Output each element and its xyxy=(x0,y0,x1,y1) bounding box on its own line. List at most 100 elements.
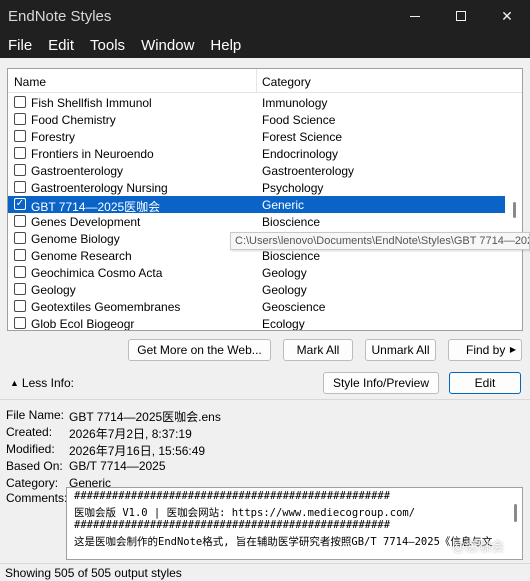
status-bar: Showing 505 of 505 output styles xyxy=(0,563,530,581)
row-checkbox[interactable]: ✓ xyxy=(14,198,26,210)
row-name: Genome Biology xyxy=(31,232,120,246)
chevron-right-icon: ▶ xyxy=(509,345,516,354)
list-row[interactable]: Genes Development Bioscience xyxy=(8,213,505,230)
created-label: Created: xyxy=(6,425,53,439)
list-row[interactable]: Gastroenterology Nursing Psychology xyxy=(8,179,505,196)
row-name: Geotextiles Geomembranes xyxy=(31,300,181,314)
list-row[interactable]: Frontiers in Neuroendo Endocrinology xyxy=(8,145,505,162)
close-icon: ✕ xyxy=(501,7,513,24)
edit-button[interactable]: Edit xyxy=(449,372,521,394)
row-name: Genes Development xyxy=(31,215,141,229)
list-row[interactable]: Geotextiles Geomembranes Geoscience xyxy=(8,298,505,315)
mark-all-button[interactable]: Mark All xyxy=(283,339,353,361)
find-by-button[interactable]: Find by ▶ xyxy=(448,339,522,361)
list-row[interactable]: ✓ GBT 7714—2025医咖会 Generic xyxy=(8,196,505,214)
row-checkbox[interactable] xyxy=(14,266,26,278)
comments-scrollbar[interactable] xyxy=(510,488,522,559)
less-info-toggle[interactable]: ▲ Less Info: xyxy=(10,376,74,390)
status-text: Showing 505 of 505 output styles xyxy=(5,566,182,580)
menu-bar: File Edit Tools Window Help xyxy=(0,32,530,58)
close-button[interactable]: ✕ xyxy=(484,0,530,32)
collapse-arrow-icon: ▲ xyxy=(10,378,19,388)
row-name: Forestry xyxy=(31,130,76,144)
row-checkbox[interactable] xyxy=(14,283,26,295)
style-info-preview-button[interactable]: Style Info/Preview xyxy=(323,372,439,394)
list-row[interactable]: Gastroenterology Gastroenterology xyxy=(8,162,505,179)
row-checkbox[interactable] xyxy=(14,96,26,108)
row-name: Gastroenterology Nursing xyxy=(31,181,168,195)
menu-help[interactable]: Help xyxy=(210,37,241,54)
row-category: Ecology xyxy=(262,317,305,331)
comment-line: 医咖会版 V1.0 | 医咖会网站: https://www.mediecogr… xyxy=(74,507,416,519)
column-separator[interactable] xyxy=(256,69,257,93)
title-bar: EndNote Styles ✕ xyxy=(0,0,530,32)
window-title: EndNote Styles xyxy=(8,8,112,25)
menu-tools[interactable]: Tools xyxy=(90,37,125,54)
unmark-all-button[interactable]: Unmark All xyxy=(365,339,436,361)
list-scrollbar[interactable] xyxy=(508,94,522,330)
scrollbar-thumb[interactable] xyxy=(513,202,516,218)
row-checkbox[interactable] xyxy=(14,232,26,244)
list-row[interactable]: Fish Shellfish Immunol Immunology xyxy=(8,94,505,111)
row-checkbox[interactable] xyxy=(14,164,26,176)
based-on-label: Based On: xyxy=(6,459,63,473)
menu-edit[interactable]: Edit xyxy=(48,37,74,54)
list-row[interactable]: Geology Geology xyxy=(8,281,505,298)
menu-file[interactable]: File xyxy=(8,37,32,54)
row-checkbox[interactable] xyxy=(14,215,26,227)
row-checkbox[interactable] xyxy=(14,130,26,142)
based-on-value: GB/T 7714—2025 xyxy=(69,459,166,473)
row-name: Glob Ecol Biogeogr xyxy=(31,317,135,331)
row-checkbox[interactable] xyxy=(14,249,26,261)
created-value: 2026年7月2日, 8:37:19 xyxy=(69,427,192,441)
row-checkbox[interactable] xyxy=(14,113,26,125)
row-category: Geology xyxy=(262,266,307,280)
row-category: Generic xyxy=(262,198,305,212)
comment-line: 这是医咖会制作的EndNote格式, 旨在辅助医学研究者按照GB/T 7714—… xyxy=(74,536,493,548)
modified-label: Modified: xyxy=(6,442,55,456)
list-row[interactable]: Forestry Forest Science xyxy=(8,128,505,145)
list-header: Name Category xyxy=(8,69,522,93)
row-name: Genome Research xyxy=(31,249,132,263)
row-category: Bioscience xyxy=(262,249,321,263)
row-category: Forest Science xyxy=(262,130,343,144)
file-name-label: File Name: xyxy=(6,408,65,422)
row-checkbox[interactable] xyxy=(14,300,26,312)
row-name: Food Chemistry xyxy=(31,113,116,127)
menu-window[interactable]: Window xyxy=(141,37,194,54)
row-category: Endocrinology xyxy=(262,147,339,161)
row-category: Geology xyxy=(262,283,307,297)
row-category: Immunology xyxy=(262,96,328,110)
list-row[interactable]: Glob Ecol Biogeogr Ecology xyxy=(8,315,505,331)
row-category: Geoscience xyxy=(262,300,326,314)
column-header-category[interactable]: Category xyxy=(262,75,311,89)
list-row[interactable]: Food Chemistry Food Science xyxy=(8,111,505,128)
list-row[interactable]: Geochimica Cosmo Acta Geology xyxy=(8,264,505,281)
minimize-icon xyxy=(410,15,420,17)
row-category: Bioscience xyxy=(262,215,321,229)
styles-list[interactable]: Name Category Fish Shellfish Immunol Immu… xyxy=(7,68,523,331)
comment-line: ########################################… xyxy=(74,519,391,531)
file-name-value: GBT 7714—2025医咖会.ens xyxy=(69,410,221,424)
scrollbar-thumb[interactable] xyxy=(514,504,517,522)
comments-label: Comments: xyxy=(6,491,68,505)
row-category: Food Science xyxy=(262,113,336,127)
maximize-button[interactable] xyxy=(438,0,484,32)
path-tooltip: C:\Users\lenovo\Documents\EndNote\Styles… xyxy=(230,232,530,250)
less-info-label: Less Info: xyxy=(21,376,74,390)
column-header-name[interactable]: Name xyxy=(14,75,46,89)
row-name: Geology xyxy=(31,283,76,297)
divider xyxy=(0,399,530,400)
row-checkbox[interactable] xyxy=(14,317,26,329)
find-by-label: Find by xyxy=(466,343,506,357)
minimize-button[interactable] xyxy=(392,0,438,32)
get-more-button[interactable]: Get More on the Web... xyxy=(128,339,271,361)
category-label: Category: xyxy=(6,476,59,490)
row-category: Psychology xyxy=(262,181,324,195)
row-name: Geochimica Cosmo Acta xyxy=(31,266,163,280)
row-checkbox[interactable] xyxy=(14,147,26,159)
row-checkbox[interactable] xyxy=(14,181,26,193)
list-rows: Fish Shellfish Immunol Immunology Food Che… xyxy=(8,94,505,331)
maximize-icon xyxy=(456,11,466,21)
row-name: Frontiers in Neuroendo xyxy=(31,147,154,161)
